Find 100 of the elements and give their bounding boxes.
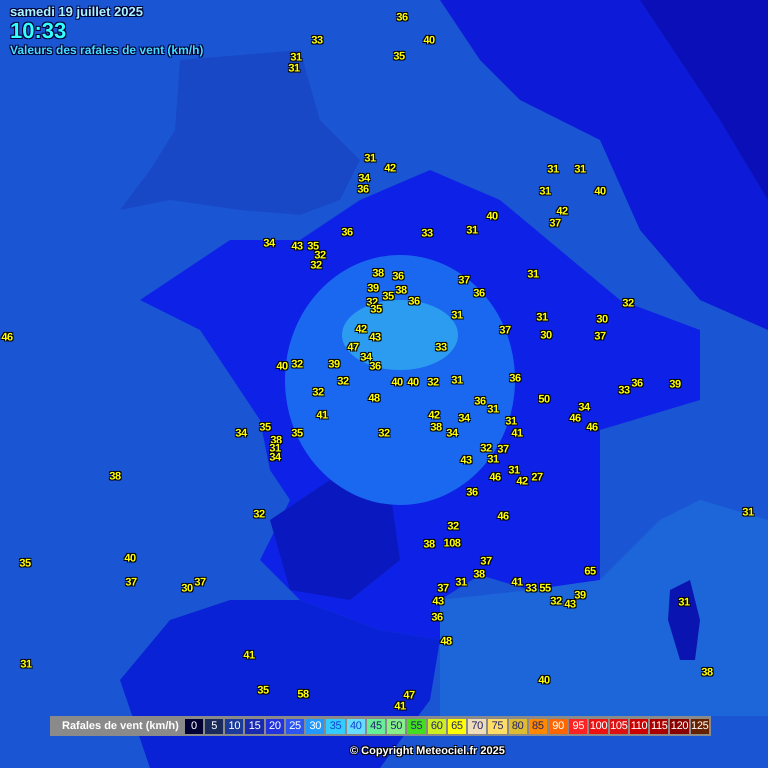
gust-value: 40 [486, 212, 498, 222]
gust-value: 35 [19, 558, 31, 570]
gust-value: 43 [369, 332, 381, 344]
legend-swatch: 100 [589, 718, 608, 734]
gust-value: 39 [367, 284, 379, 294]
gust-value: 31 [678, 598, 690, 608]
gust-value: 36 [631, 378, 643, 390]
gust-value: 43 [432, 596, 444, 608]
legend-swatch: 50 [387, 718, 406, 734]
copyright-text: © Copyright Meteociel.fr 2025 [350, 745, 505, 757]
legend-swatch: 0 [184, 718, 203, 734]
gust-value: 31 [451, 376, 463, 386]
gust-value: 33 [311, 36, 323, 46]
gust-value: 32 [291, 360, 303, 370]
legend-swatch: 30 [306, 718, 324, 734]
legend-swatch: 65 [448, 718, 466, 734]
gust-value: 38 [430, 422, 442, 434]
gust-value: 35 [259, 422, 271, 434]
map-time: 10:33 [10, 19, 68, 43]
gust-value: 34 [269, 452, 281, 464]
gust-value: 58 [297, 690, 309, 700]
gust-value: 31 [508, 466, 520, 476]
gust-value: 32 [314, 250, 326, 262]
gust-value: 37 [549, 218, 561, 230]
gust-value: 33 [525, 584, 537, 594]
gust-value: 36 [392, 272, 404, 282]
gust-value: 34 [446, 428, 458, 440]
legend-swatch: 120 [670, 718, 689, 734]
legend-swatch: 95 [569, 718, 588, 734]
gust-value: 37 [125, 578, 137, 588]
gust-value: 35 [291, 428, 303, 440]
legend-swatch: 45 [366, 718, 386, 734]
gust-value: 48 [368, 394, 380, 404]
gust-value: 40 [124, 554, 136, 564]
legend-swatch: 105 [610, 718, 628, 734]
gust-value: 35 [257, 686, 269, 696]
gust-value: 40 [391, 378, 403, 388]
gust-value: 46 [1, 332, 13, 344]
gust-value: 65 [584, 566, 596, 578]
gust-value: 43 [564, 600, 576, 610]
gust-value: 38 [109, 472, 121, 482]
gust-value: 38 [701, 668, 713, 678]
legend-swatch: 60 [428, 718, 446, 734]
gust-value: 36 [466, 488, 478, 498]
gust-value: 55 [539, 584, 551, 594]
gust-value: 38 [423, 540, 435, 550]
gust-value: 35 [393, 52, 405, 62]
gust-value: 31 [505, 416, 517, 428]
gust-value: 30 [540, 330, 552, 342]
gust-value: 31 [539, 186, 551, 198]
gust-value: 34 [263, 238, 275, 250]
map-date: samedi 19 juillet 2025 [10, 4, 144, 19]
gust-value: 36 [473, 288, 485, 300]
gust-value: 27 [531, 472, 543, 484]
gust-value: 37 [194, 578, 206, 588]
gust-value: 40 [276, 362, 288, 372]
gust-value: 31 [487, 454, 499, 466]
gust-value: 31 [527, 270, 539, 280]
gust-value: 31 [466, 226, 478, 236]
gust-value: 47 [403, 690, 415, 702]
gust-value: 47 [347, 342, 359, 354]
gust-value: 35 [382, 292, 394, 302]
map-subtitle: Valeurs des rafales de vent (km/h) [10, 43, 204, 57]
gust-value: 31 [290, 52, 302, 64]
gust-value: 38 [372, 268, 384, 280]
gust-value: 36 [509, 374, 521, 384]
gust-value: 42 [384, 164, 396, 174]
legend-swatch: 85 [528, 718, 547, 734]
gust-value: 40 [407, 378, 419, 388]
gust-value: 32 [337, 376, 349, 388]
gust-value: 36 [408, 296, 420, 308]
legend-swatch: 115 [650, 718, 668, 734]
legend-swatch: 35 [326, 718, 345, 734]
gust-value: 34 [458, 414, 470, 424]
gust-value: 32 [312, 388, 324, 398]
gust-value: 34 [358, 174, 370, 184]
legend-swatch: 40 [346, 718, 365, 734]
gust-value: 36 [341, 228, 353, 238]
gust-value: 32 [310, 260, 322, 272]
gust-value: 31 [487, 404, 499, 416]
gust-value: 36 [357, 184, 369, 196]
legend-swatch: 5 [205, 718, 224, 734]
gust-value: 37 [437, 584, 449, 594]
gust-value: 36 [396, 12, 408, 24]
gust-value: 30 [181, 584, 193, 594]
gust-value: 42 [428, 410, 440, 422]
gust-value: 31 [20, 660, 32, 670]
gust-value: 31 [451, 310, 463, 322]
gust-value: 46 [586, 422, 598, 434]
legend-swatch: 15 [245, 718, 264, 734]
gust-value: 41 [316, 410, 328, 422]
gust-value: 33 [435, 342, 447, 354]
gust-value: 31 [364, 154, 376, 164]
gust-value: 43 [460, 456, 472, 466]
gust-value: 31 [455, 578, 467, 588]
gust-value: 39 [669, 380, 681, 390]
gust-value: 42 [355, 324, 367, 336]
gust-value: 30 [596, 314, 608, 326]
gust-value: 46 [489, 472, 501, 484]
gust-value: 33 [421, 228, 433, 240]
